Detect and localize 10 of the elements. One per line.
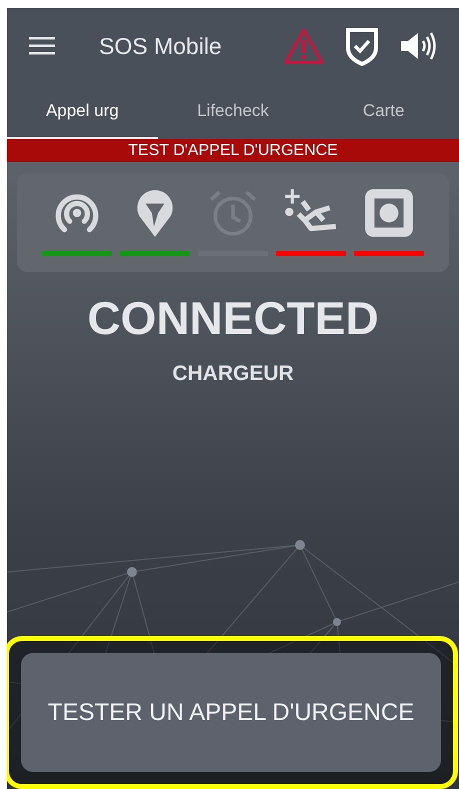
- power-source: CHARGEUR: [172, 363, 294, 384]
- menu-icon[interactable]: [29, 37, 55, 55]
- tab[interactable]: Carte: [308, 84, 459, 140]
- shield-check-icon[interactable]: [345, 26, 379, 66]
- connection-status: CONNECTED: [87, 295, 379, 341]
- test-banner: TEST D'APPEL D'URGENCE: [7, 139, 459, 162]
- tab[interactable]: Lifecheck: [158, 84, 308, 140]
- speaker-icon[interactable]: [399, 31, 437, 61]
- test-call-button[interactable]: TESTER UN APPEL D'URGENCE: [21, 653, 441, 772]
- app-title: SOS Mobile: [99, 32, 222, 61]
